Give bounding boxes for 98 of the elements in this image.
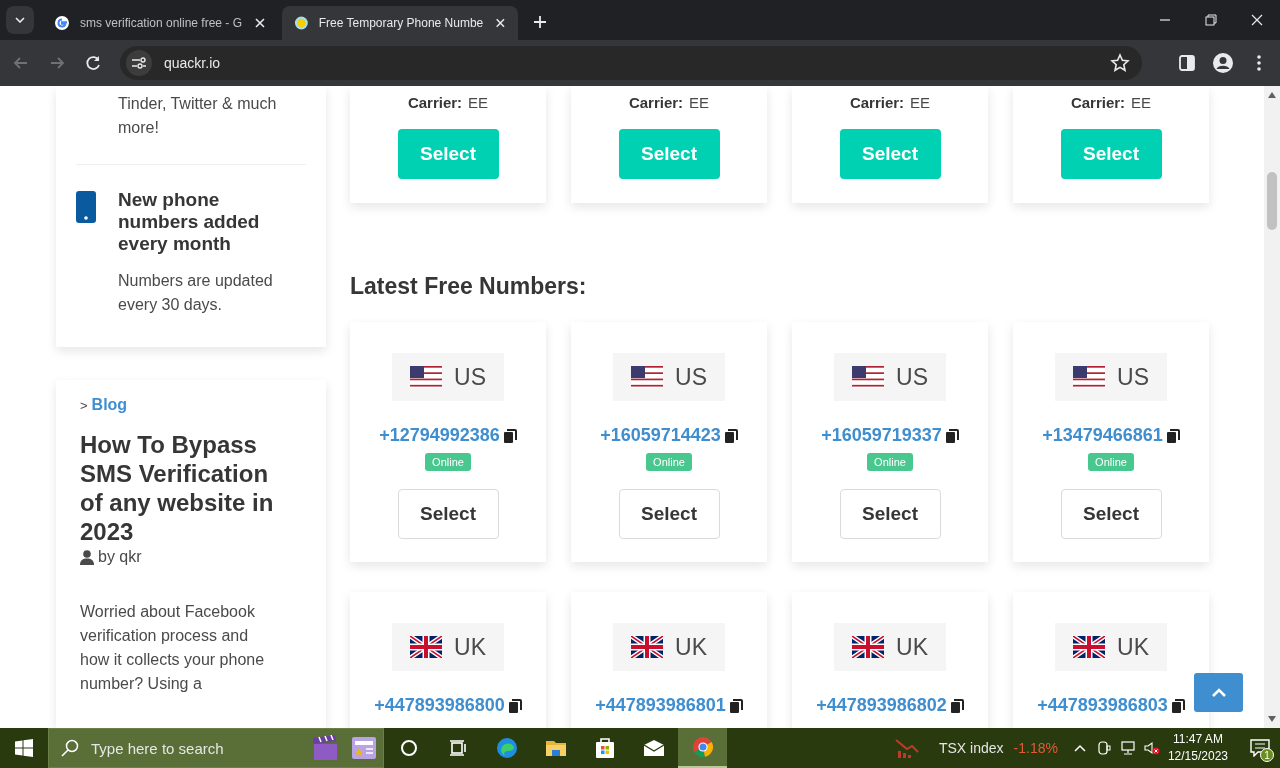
scroll-down-icon[interactable] [1268,716,1276,722]
copy-icon[interactable] [1171,698,1185,713]
clock-time: 11:47 AM [1173,731,1223,748]
feature-title: New phone numbers added every month [118,189,261,255]
carrier-label: Carrier: [628,94,684,111]
news-icon [351,736,377,760]
phone-number-link[interactable]: +447893986801 [595,695,726,716]
select-button[interactable]: Select [397,489,499,539]
camera-icon[interactable] [1095,740,1112,756]
search-icon [61,739,79,757]
copy-icon[interactable] [724,428,738,443]
user-icon [80,549,94,565]
select-button[interactable]: Select [397,129,499,179]
select-button[interactable]: Select [839,489,941,539]
clock-date: 12/15/2023 [1167,748,1228,765]
phone-number-link[interactable]: +16059714423 [600,425,721,446]
country-code: UK [454,633,486,661]
breadcrumb-separator: > [80,397,88,413]
country-code: US [1117,363,1149,391]
copy-icon[interactable] [503,428,517,443]
country-code: UK [1117,633,1149,661]
edge-icon [494,736,519,760]
side-panel-icon[interactable] [1176,52,1198,74]
chevron-up-icon [1210,687,1227,698]
scrollbar[interactable] [1264,86,1280,728]
star-icon[interactable] [1110,53,1130,73]
browser-tab[interactable]: sms verification online free - G [42,6,278,40]
country-code: UK [896,633,928,661]
clapperboard-icon [311,735,339,761]
feature-text: Tinder, Twitter & much more! [118,94,278,138]
blog-title[interactable]: How To Bypass SMS Verification of any website in 2023 [80,430,295,546]
select-button[interactable]: Select [618,489,720,539]
copy-icon[interactable] [1166,428,1180,443]
notification-count: 1 [1260,748,1274,762]
uk-flag-icon [410,636,442,658]
carrier-name: EE [1131,94,1152,111]
phone-number-link[interactable]: +447893986800 [374,695,505,716]
status-badge: Online [425,453,471,471]
carrier-name: EE [468,94,489,111]
status-badge: Online [867,453,913,471]
status-badge: Online [1088,453,1134,471]
copy-icon[interactable] [729,698,743,713]
feature-description: Numbers are updated every 30 days. [118,271,274,315]
select-button[interactable]: Select [1060,129,1162,179]
country-code: US [454,363,486,391]
country-code: UK [675,633,707,661]
blog-excerpt: Worried about Facebook verification process and how it collects your phone number? Using a [80,602,266,694]
google-icon [54,15,70,31]
select-button[interactable]: Select [618,129,720,179]
phone-number-link[interactable]: +16059719337 [821,425,942,446]
tab-list-button[interactable] [6,6,34,34]
breadcrumb-link[interactable]: Blog [91,396,128,414]
country-code: US [675,363,707,391]
copy-icon[interactable] [950,698,964,713]
carrier-name: EE [910,94,931,111]
chart-down-icon [895,737,919,759]
us-flag-icon [410,366,442,388]
copy-icon[interactable] [945,428,959,443]
scrollbar-thumb[interactable] [1267,172,1277,230]
phone-number-link[interactable]: +13479466861 [1042,425,1163,446]
uk-flag-icon [852,636,884,658]
us-flag-icon [631,366,663,388]
section-title: Latest Free Numbers: [350,273,588,300]
phone-number-link[interactable]: +447893986803 [1037,695,1168,716]
caret-icon [15,17,25,23]
phone-number-link[interactable]: +447893986802 [816,695,947,716]
network-icon[interactable] [1119,740,1136,756]
select-button[interactable]: Select [1060,489,1162,539]
address-bar[interactable]: quackr.io [120,46,1142,80]
search-field[interactable]: Type here to search [48,728,384,768]
site-info-button[interactable] [126,50,152,76]
windows-icon [15,739,33,757]
carrier-label: Carrier: [407,94,463,111]
speech-bubble-icon [1250,739,1270,757]
carrier-name: EE [689,94,710,111]
select-button[interactable]: Select [839,129,941,179]
profile-icon[interactable] [1212,52,1234,74]
volume-muted-icon[interactable] [1143,740,1160,756]
notifications-button[interactable]: 1 [1240,728,1280,768]
scroll-up-icon[interactable] [1268,92,1276,98]
us-flag-icon [1073,366,1105,388]
phone-icon [76,191,96,223]
uk-flag-icon [1073,636,1105,658]
browser-tab[interactable]: Free Temporary Phone Numbe [282,6,518,40]
phone-number-link[interactable]: +12794992386 [379,425,500,446]
uk-flag-icon [631,636,663,658]
carrier-label: Carrier: [1070,94,1126,111]
duck-icon [294,15,309,31]
country-code: US [896,363,928,391]
sliders-icon [131,57,147,69]
copy-icon[interactable] [508,698,522,713]
chrome-icon [690,735,715,759]
status-badge: Online [646,453,692,471]
clock[interactable]: 11:47 AM 12/15/2023 [1167,731,1228,765]
us-flag-icon [852,366,884,388]
stock-widget[interactable]: TSX index -1.18% [895,737,1058,759]
carrier-label: Carrier: [849,94,905,111]
author-name: by qkr [98,548,142,566]
